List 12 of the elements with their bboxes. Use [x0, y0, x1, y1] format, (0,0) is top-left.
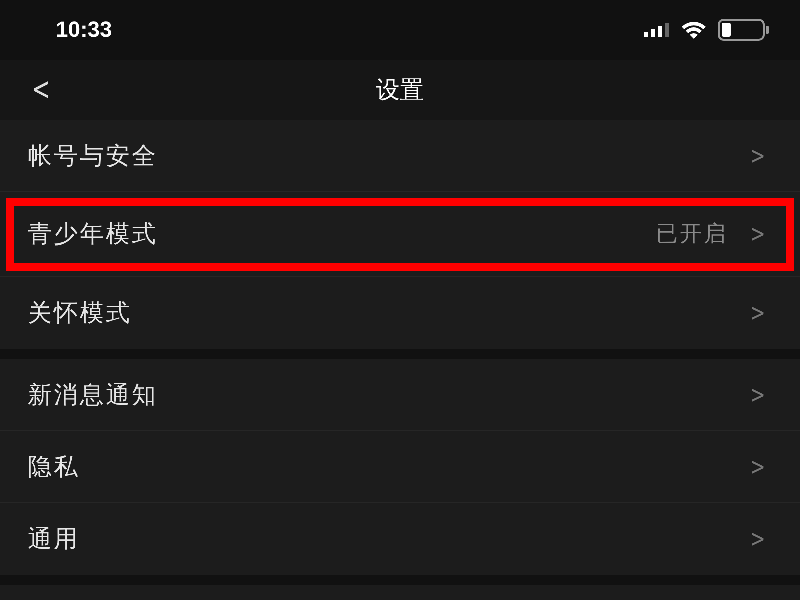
settings-row[interactable]: 帐号与安全 >: [0, 120, 800, 192]
settings-row[interactable]: 通用 >: [0, 503, 800, 575]
battery-icon: [718, 19, 770, 41]
status-time: 10:33: [56, 17, 112, 43]
page-title: 设置: [376, 75, 424, 106]
signal-icon: [644, 23, 670, 37]
wifi-icon: [680, 20, 708, 40]
settings-row[interactable]: 新消息通知 >: [0, 359, 800, 431]
settings-row[interactable]: 隐私 >: [0, 431, 800, 503]
settings-row[interactable]: 青少年模式 已开启 >: [0, 192, 800, 277]
settings-row[interactable]: 关怀模式 >: [0, 277, 800, 349]
back-button[interactable]: <: [28, 70, 55, 108]
